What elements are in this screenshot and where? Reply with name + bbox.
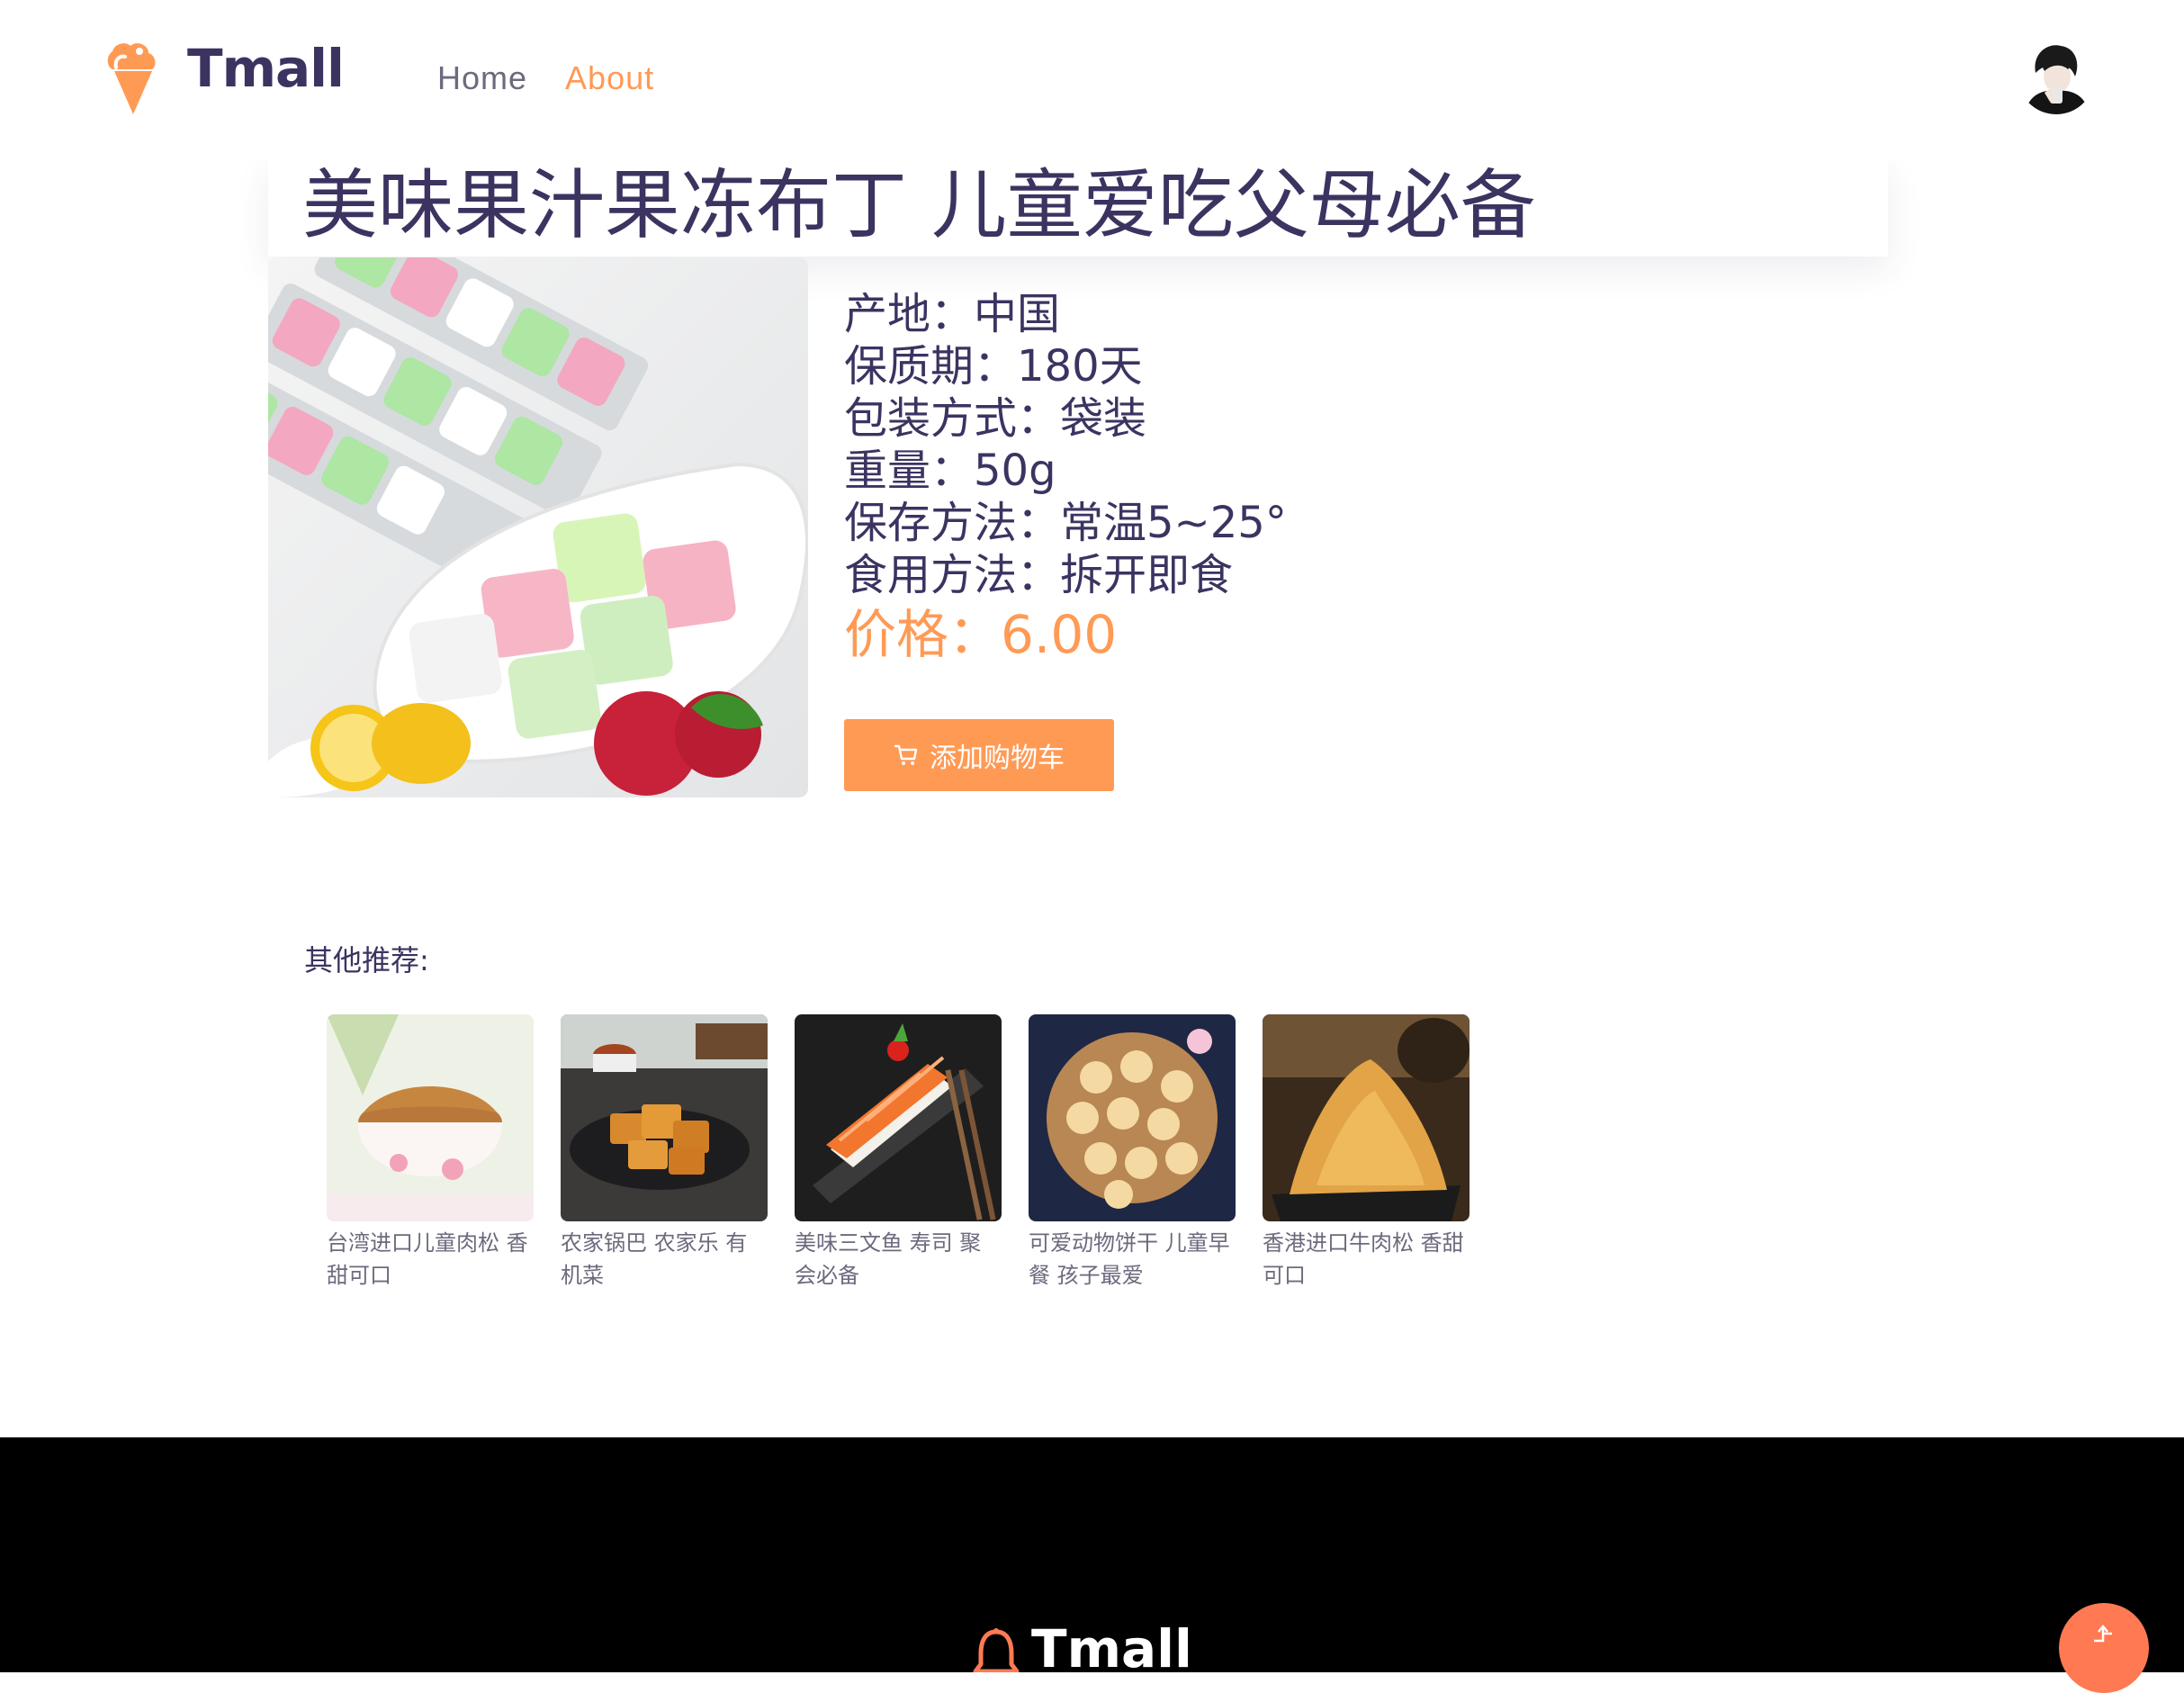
- recommendation-name: 农家锅巴 农家乐 有机菜: [561, 1230, 748, 1288]
- pork-floss-image: [327, 1014, 534, 1221]
- recommendation-card[interactable]: 农家锅巴 农家乐 有机菜: [561, 1014, 768, 1292]
- product-title: 美味果汁果冻布丁 儿童爱吃父母必备: [302, 161, 1536, 249]
- nav-about-link[interactable]: About: [565, 59, 654, 97]
- product-title-bar: 美味果汁果冻布丁 儿童爱吃父母必备: [268, 160, 1888, 257]
- add-to-cart-button[interactable]: 添加购物车: [844, 719, 1114, 791]
- nav-home-link[interactable]: Home: [437, 59, 527, 97]
- spec-origin: 产地：中国: [844, 289, 1061, 339]
- bell-icon: [973, 1628, 1020, 1672]
- recommendations-title: 其他推荐:: [304, 943, 429, 977]
- user-avatar[interactable]: [2018, 37, 2095, 114]
- product-image: [268, 257, 808, 797]
- recommendation-card[interactable]: 香港进口牛肉松 香甜可口: [1263, 1014, 1469, 1292]
- footer-logo-text: Tmall: [1031, 1618, 1192, 1672]
- beef-floss-image: [1263, 1014, 1469, 1221]
- spec-shelf-life: 保质期：180天: [844, 341, 1143, 392]
- animal-cookies-image: [1029, 1014, 1236, 1221]
- recommendation-name: 台湾进口儿童肉松 香甜可口: [327, 1230, 528, 1288]
- ice-cream-cone-icon[interactable]: [102, 41, 165, 117]
- product-price: 价格：6.00: [844, 604, 1118, 665]
- spec-usage: 食用方法：拆开即食: [844, 550, 1234, 600]
- footer-logo[interactable]: Tmall: [972, 1617, 1192, 1672]
- shopping-cart-icon: [894, 744, 918, 765]
- spec-packaging: 包装方式：袋装: [844, 393, 1147, 444]
- product-specs: 产地：中国 保质期：180天 包装方式：袋装 重量：50g 保存方法：常温5~2…: [844, 288, 1287, 668]
- recommendation-card[interactable]: 可爱动物饼干 儿童早餐 孩子最爱: [1029, 1014, 1236, 1292]
- avatar-image: [2018, 37, 2095, 114]
- logo-text[interactable]: Tmall: [187, 38, 345, 99]
- salmon-sushi-image: [795, 1014, 1002, 1221]
- spec-storage: 保存方法：常温5~25°: [844, 498, 1287, 548]
- recommendation-name: 香港进口牛肉松 香甜可口: [1263, 1230, 1464, 1288]
- site-header: Tmall Home About: [0, 0, 2184, 160]
- site-footer: Tmall: [0, 1437, 2184, 1672]
- arrow-up-icon: [2094, 1625, 2112, 1643]
- recommendation-name: 可爱动物饼干 儿童早餐 孩子最爱: [1029, 1230, 1230, 1288]
- recommendation-card[interactable]: 美味三文鱼 寿司 聚会必备: [795, 1014, 1002, 1292]
- back-to-top-button[interactable]: [2059, 1603, 2149, 1693]
- jelly-pudding-image: [268, 257, 808, 797]
- recommendation-card[interactable]: 台湾进口儿童肉松 香甜可口: [327, 1014, 534, 1292]
- recommendation-name: 美味三文鱼 寿司 聚会必备: [795, 1230, 982, 1288]
- main-nav: Home About: [437, 59, 654, 97]
- spec-weight: 重量：50g: [844, 446, 1056, 496]
- add-to-cart-label: 添加购物车: [930, 743, 1065, 774]
- rice-crust-image: [561, 1014, 768, 1221]
